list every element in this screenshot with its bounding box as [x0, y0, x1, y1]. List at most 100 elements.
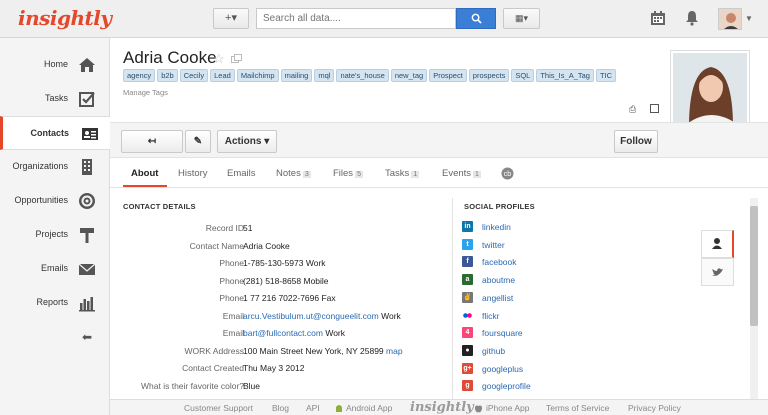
actions-dropdown[interactable]: Actions ▾: [217, 130, 277, 153]
footer-link-iphone[interactable]: iPhone App: [486, 403, 529, 413]
fullcontact-icon[interactable]: cb: [501, 167, 514, 180]
detail-row: Contact Created Thu May 3 2012: [110, 360, 452, 377]
duplicate-icon[interactable]: [231, 54, 242, 63]
search-input[interactable]: [256, 8, 456, 29]
checkbox-icon: [79, 92, 95, 107]
chevron-down-icon[interactable]: ▼: [745, 14, 753, 23]
social-profile-foursquare[interactable]: 4 foursquare: [462, 326, 692, 343]
tab-history[interactable]: History: [178, 168, 208, 179]
notifications-bell-icon[interactable]: [684, 10, 700, 26]
scrollbar-thumb[interactable]: [750, 206, 758, 326]
social-profile-linkedin[interactable]: in linkedin: [462, 220, 692, 237]
sidebar-item-label: Tasks: [44, 93, 68, 103]
social-profile-angellist[interactable]: ✌ angellist: [462, 291, 692, 308]
collapse-sidebar-icon[interactable]: ⬅: [82, 330, 92, 344]
right-tab-person[interactable]: [701, 230, 734, 258]
sidebar-item-label: Reports: [36, 297, 68, 307]
back-button[interactable]: ↤: [121, 130, 183, 153]
sidebar-item-opportunities[interactable]: Opportunities: [0, 184, 110, 218]
tab-tasks[interactable]: Tasks 1: [385, 168, 420, 179]
follow-button[interactable]: Follow: [614, 130, 658, 153]
social-profile-twitter[interactable]: t twitter: [462, 238, 692, 255]
tag-chip[interactable]: new_tag: [390, 69, 428, 82]
tag-chip[interactable]: b2b: [157, 69, 178, 82]
tag-chip[interactable]: Prospect: [429, 69, 467, 82]
map-link[interactable]: map: [386, 346, 403, 356]
app-logo[interactable]: insightly: [18, 6, 112, 30]
tab-events[interactable]: Events 1: [442, 168, 481, 179]
tab-about[interactable]: About: [131, 168, 158, 179]
apple-icon: [474, 405, 483, 413]
tab-notes[interactable]: Notes 3: [276, 168, 311, 179]
email-link[interactable]: arcu.Vestibulum.ut@congueelit.com: [243, 311, 379, 321]
tag-chip[interactable]: agency: [123, 69, 156, 82]
social-profile-facebook[interactable]: f facebook: [462, 255, 692, 272]
add-new-button[interactable]: +▾: [213, 8, 249, 29]
detail-label: Contact Name: [189, 240, 244, 251]
social-profile-label: facebook: [482, 257, 517, 268]
sidebar-item-label: Home: [43, 59, 68, 69]
footer-link-blog[interactable]: Blog: [272, 403, 289, 413]
contact-photo[interactable]: [670, 50, 750, 130]
footer-link-api[interactable]: API: [306, 403, 320, 413]
star-icon[interactable]: ☆: [213, 51, 225, 67]
tag-chip[interactable]: Mailchimp: [236, 69, 279, 82]
sidebar: Home Tasks Contacts Organizations Opport…: [0, 38, 111, 415]
footer-link-terms[interactable]: Terms of Service: [546, 403, 609, 413]
detail-value: 51: [243, 223, 253, 233]
calendar-icon[interactable]: [650, 10, 666, 26]
notes-count-badge: 3: [302, 171, 311, 178]
googleplus-icon: g+: [462, 362, 473, 374]
detail-label: Email: [222, 310, 244, 321]
tag-chip[interactable]: Lead: [210, 69, 235, 82]
social-profile-flickr[interactable]: flickr: [462, 309, 692, 326]
social-profile-github[interactable]: ● github: [462, 344, 692, 361]
sidebar-item-reports[interactable]: Reports: [0, 286, 110, 320]
email-link[interactable]: bart@fullcontact.com: [243, 328, 323, 338]
social-profile-label: googleplus: [482, 363, 524, 374]
social-profile-aboutme[interactable]: a aboutme: [462, 273, 692, 290]
googleprofile-icon: g: [462, 380, 473, 392]
sidebar-item-label: Emails: [40, 263, 68, 273]
tag-chip[interactable]: Cecily: [179, 69, 209, 82]
footer-link-support[interactable]: Customer Support: [184, 403, 253, 413]
image-icon[interactable]: [650, 104, 659, 113]
manage-tags-link[interactable]: Manage Tags: [123, 88, 168, 97]
tag-chip[interactable]: mql: [314, 69, 335, 82]
detail-value: Adria Cooke: [243, 240, 290, 251]
edit-button[interactable]: ✎: [185, 130, 211, 153]
tag-chip[interactable]: TIC: [595, 69, 617, 82]
sidebar-item-contacts[interactable]: Contacts: [0, 116, 111, 150]
tag-chip[interactable]: nate's_house: [336, 69, 389, 82]
sidebar-item-label: Opportunities: [14, 195, 68, 205]
social-profile-googleprofile[interactable]: g googleprofile: [462, 379, 692, 396]
sidebar-item-emails[interactable]: Emails: [0, 252, 110, 286]
sidebar-item-home[interactable]: Home: [0, 48, 110, 82]
view-switch-button[interactable]: ▦▾: [503, 8, 540, 29]
search-button[interactable]: [456, 8, 496, 29]
detail-label: Contact Created: [182, 363, 244, 373]
footer-link-android[interactable]: Android App: [346, 403, 392, 413]
right-tab-twitter[interactable]: [701, 258, 734, 286]
detail-value: bart@fullcontact.com Work: [243, 328, 345, 338]
social-profile-googleplus[interactable]: g+ googleplus: [462, 362, 692, 379]
tag-chip[interactable]: prospects: [468, 69, 510, 82]
sidebar-item-tasks[interactable]: Tasks: [0, 82, 110, 116]
detail-row: WORK Address 100 Main Street New York, NY…: [110, 343, 452, 360]
facebook-icon: f: [462, 256, 473, 268]
sidebar-item-organizations[interactable]: Organizations: [0, 150, 110, 184]
tag-chip[interactable]: mailing: [280, 69, 313, 82]
tab-files[interactable]: Files 5: [333, 168, 363, 179]
tag-chip[interactable]: This_Is_A_Tag: [536, 69, 594, 82]
print-icon[interactable]: ⎙: [629, 104, 636, 115]
tab-emails[interactable]: Emails: [227, 168, 256, 179]
user-avatar[interactable]: [718, 8, 742, 30]
social-profile-label: github: [482, 345, 506, 356]
footer-link-privacy[interactable]: Privacy Policy: [628, 403, 681, 413]
tag-chip[interactable]: SQL: [511, 69, 535, 82]
sidebar-item-projects[interactable]: Projects: [0, 218, 110, 252]
files-count-badge: 5: [355, 171, 363, 178]
building-icon: [82, 159, 92, 175]
footer: Customer Support Blog API Android App in…: [110, 399, 768, 415]
contact-name: Adria Cooke: [123, 48, 217, 67]
